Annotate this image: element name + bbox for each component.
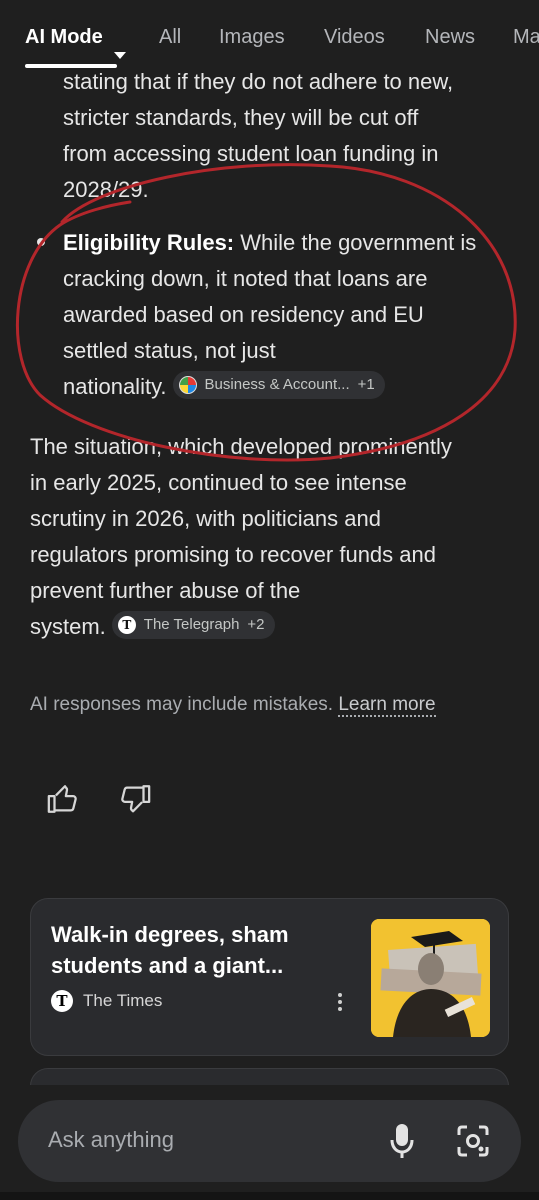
text-line: prevent further abuse of the	[30, 578, 301, 603]
telegraph-logo-icon: T	[117, 616, 136, 635]
disclaimer-text: AI responses may include mistakes.	[30, 694, 334, 715]
the-times-logo-icon: T	[51, 990, 73, 1012]
source-chip-business[interactable]: Business & Account... +1	[172, 371, 385, 400]
ask-input[interactable]: Ask anything	[18, 1100, 521, 1182]
tab-images[interactable]: Images	[219, 26, 285, 49]
more-options-icon[interactable]	[335, 991, 345, 1013]
chip-extra: +1	[357, 376, 375, 394]
article-source: The Times	[83, 991, 163, 1010]
learn-more-link[interactable]: Learn more	[338, 694, 436, 717]
answer-paragraph: The situation, which developed prominent…	[30, 429, 525, 645]
text-line: Eligibility Rules: While the government …	[63, 230, 477, 255]
tab-videos[interactable]: Videos	[324, 26, 385, 49]
chip-label: Business & Account...	[204, 376, 350, 394]
text-line: in early 2025, continued to see intense	[30, 470, 407, 495]
thumbs-down-icon[interactable]	[118, 782, 152, 816]
chip-label: The Telegraph	[143, 616, 240, 634]
microphone-icon[interactable]	[390, 1122, 414, 1160]
system-nav-bar	[0, 1192, 539, 1200]
text-line: The situation, which developed prominent…	[30, 434, 452, 459]
tab-maps[interactable]: Ma	[513, 26, 539, 49]
text-line: settled status, not just	[63, 338, 276, 363]
article-card[interactable]: Walk-in degrees, sham students and a gia…	[30, 898, 509, 1056]
tab-all[interactable]: All	[159, 26, 181, 49]
camera-lens-icon[interactable]	[456, 1124, 490, 1158]
ask-placeholder: Ask anything	[48, 1127, 174, 1152]
title-line: students and a giant...	[51, 953, 284, 978]
text-line: awarded based on residency and EU	[63, 302, 424, 327]
multicolor-circle-icon	[178, 376, 197, 395]
tab-news[interactable]: News	[425, 26, 475, 49]
bullet-heading: Eligibility Rules:	[63, 230, 235, 255]
text-line: cracking down, it noted that loans are	[63, 266, 428, 291]
title-line: Walk-in degrees, sham	[51, 922, 289, 947]
chip-extra: +2	[247, 616, 265, 634]
bullet-dot	[37, 238, 45, 246]
answer-intro: stating that if they do not adhere to ne…	[63, 64, 453, 208]
active-tab-indicator	[25, 64, 117, 68]
thumbs-up-icon[interactable]	[46, 782, 80, 816]
article-title[interactable]: Walk-in degrees, sham students and a gia…	[51, 919, 341, 981]
text-line: scrutiny in 2026, with politicians and	[30, 506, 381, 531]
bullet-eligibility: Eligibility Rules: While the government …	[63, 225, 523, 405]
top-tabs: AI Mode All Images Videos News Ma	[0, 0, 539, 68]
text-line: regulators promising to recover funds an…	[30, 542, 436, 567]
text-line: from accessing student loan funding in	[63, 141, 439, 166]
text-line: system. T The Telegraph +2	[30, 609, 525, 645]
text-line: nationality. Business & Account... +1	[63, 369, 523, 405]
text-line: stating that if they do not adhere to ne…	[63, 69, 454, 94]
tab-ai-mode[interactable]: AI Mode	[25, 26, 103, 49]
article-thumbnail	[371, 919, 490, 1037]
text-line: stricter standards, they will be cut off	[63, 105, 419, 130]
chevron-down-icon[interactable]	[114, 52, 126, 59]
source-chip-telegraph[interactable]: T The Telegraph +2	[111, 611, 275, 640]
disclaimer: AI responses may include mistakes. Learn…	[30, 694, 436, 717]
text-line: 2028/29.	[63, 177, 149, 202]
